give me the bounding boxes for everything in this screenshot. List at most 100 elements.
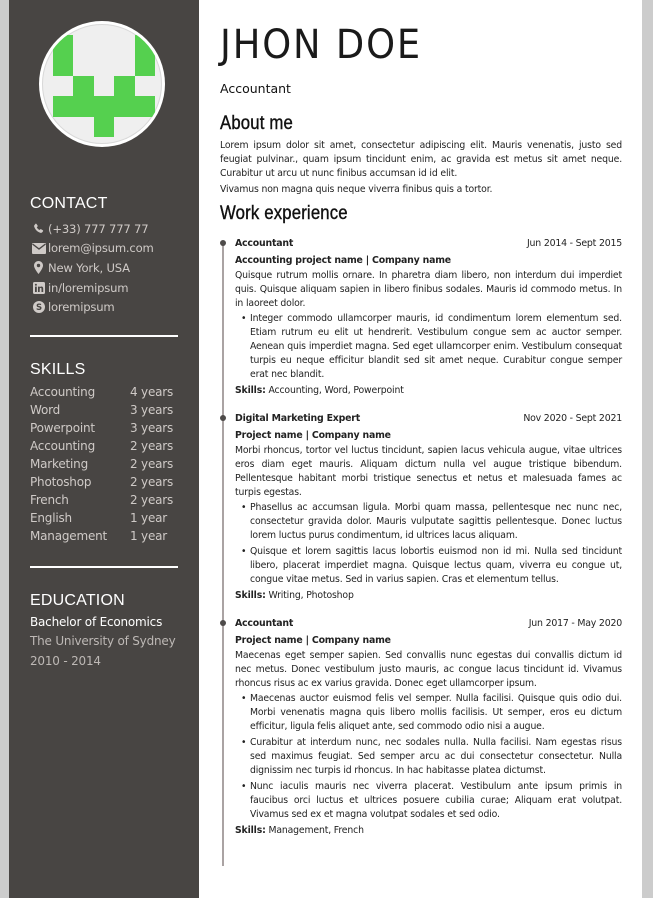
job-description: Morbi rhoncus, tortor vel luctus tincidu… bbox=[235, 445, 622, 498]
avatar bbox=[39, 21, 165, 147]
about-paragraph: Lorem ipsum dolor sit amet, consectetur … bbox=[220, 140, 622, 179]
job-entry: Accountant Jun 2017 - May 2020 Project nam… bbox=[220, 616, 622, 838]
person-name-text: JHON DOE bbox=[220, 22, 422, 68]
contact-section: CONTACT (+33) 777 777 77 lorem@ipsum.com bbox=[30, 195, 178, 317]
identicon-cell bbox=[114, 96, 135, 117]
skill-name: Word bbox=[30, 403, 61, 417]
skill-row: English 1 year bbox=[30, 509, 178, 527]
skill-duration: 3 years bbox=[130, 403, 174, 417]
skill-row: French 2 years bbox=[30, 491, 178, 509]
skill-name: Management bbox=[30, 529, 108, 543]
contact-linkedin[interactable]: in/loremipsum bbox=[31, 278, 178, 298]
skill-duration: 3 years bbox=[130, 421, 174, 435]
job-skills-value: Management, French bbox=[268, 825, 364, 836]
contact-skype[interactable]: S loremipsum bbox=[31, 297, 178, 317]
skill-duration: 1 year bbox=[130, 511, 168, 525]
job-skills-label: Skills: bbox=[235, 825, 266, 836]
job-bullet: Quisque et lorem sagittis lacus lobortis… bbox=[241, 545, 622, 587]
skills-title: SKILLS bbox=[30, 361, 86, 378]
job-skills: Skills: Management, French bbox=[235, 824, 622, 838]
timeline-dot bbox=[220, 415, 226, 421]
contact-email[interactable]: lorem@ipsum.com bbox=[31, 239, 178, 259]
identicon-cell bbox=[53, 96, 74, 117]
job-header: Digital Marketing Expert Nov 2020 - Sept … bbox=[235, 411, 622, 427]
job-skills: Skills: Accounting, Word, Powerpoint bbox=[235, 384, 622, 398]
education-years: 2010 - 2014 bbox=[30, 653, 101, 668]
map-marker-icon bbox=[31, 261, 46, 275]
job-description: Quisque rutrum mollis ornare. In pharetr… bbox=[235, 270, 622, 309]
work-timeline: Accountant Jun 2014 - Sept 2015 Accounting… bbox=[220, 236, 622, 866]
skill-row: Accounting 2 years bbox=[30, 437, 178, 455]
job-bullet: Curabitur at interdum nunc, nec sodales … bbox=[241, 736, 622, 778]
job-entry: Digital Marketing Expert Nov 2020 - Sept … bbox=[220, 411, 622, 603]
job-title: Accountant bbox=[220, 81, 291, 96]
job-role: Accountant bbox=[235, 238, 294, 249]
contact-phone-text: (+33) 777 777 77 bbox=[48, 221, 149, 236]
skill-name: Photoshop bbox=[30, 475, 92, 489]
skill-duration: 1 year bbox=[130, 529, 168, 543]
contact-phone[interactable]: (+33) 777 777 77 bbox=[31, 219, 178, 239]
job-entry: Accountant Jun 2014 - Sept 2015 Accounting… bbox=[220, 236, 622, 398]
skill-name: Accounting bbox=[30, 385, 96, 399]
skill-row: Photoshop 2 years bbox=[30, 473, 178, 491]
work-title: Work experience bbox=[220, 203, 348, 224]
avatar-image bbox=[42, 24, 162, 144]
skill-duration: 2 years bbox=[130, 475, 174, 489]
job-header: Accountant Jun 2017 - May 2020 bbox=[235, 616, 622, 632]
job-project: Project name | Company name bbox=[235, 430, 391, 441]
resume-page: CONTACT (+33) 777 777 77 lorem@ipsum.com bbox=[9, 0, 642, 898]
job-role: Accountant bbox=[235, 618, 294, 629]
education-school: The University of Sydney bbox=[30, 634, 176, 648]
contact-linkedin-text: in/loremipsum bbox=[48, 280, 129, 295]
job-list: Accountant Jun 2014 - Sept 2015 Accounting… bbox=[220, 236, 622, 838]
job-dates: Jun 2017 - May 2020 bbox=[528, 618, 622, 629]
skype-icon: S bbox=[31, 300, 46, 314]
skill-row: Marketing 2 years bbox=[30, 455, 178, 473]
job-bullets: Phasellus ac accumsan ligula. Morbi quam… bbox=[235, 501, 622, 587]
skill-name: English bbox=[30, 511, 72, 525]
timeline-dot bbox=[220, 240, 226, 246]
job-bullets: Integer commodo ullamcorper mauris, id c… bbox=[235, 312, 622, 382]
skill-name: Accounting bbox=[30, 439, 96, 453]
education-section: EDUCATION Bachelor of Economics The Univ… bbox=[30, 592, 178, 671]
job-bullet: Nunc iaculis mauris nec viverra placerat… bbox=[241, 780, 622, 822]
job-bullet: Maecenas auctor euismod felis vel semper… bbox=[241, 692, 622, 734]
about-title: About me bbox=[220, 113, 293, 134]
identicon bbox=[53, 35, 155, 137]
timeline-dot bbox=[220, 620, 226, 626]
linkedin-icon bbox=[31, 281, 46, 295]
identicon-cell bbox=[73, 75, 94, 97]
job-bullets: Maecenas auctor euismod felis vel semper… bbox=[235, 692, 622, 822]
skill-row: Management 1 year bbox=[30, 527, 178, 545]
contact-location: New York, USA bbox=[31, 258, 178, 278]
skill-name: Marketing bbox=[30, 457, 89, 471]
identicon-cell bbox=[93, 116, 115, 137]
skill-duration: 4 years bbox=[130, 385, 174, 399]
identicon-cell bbox=[134, 96, 155, 117]
job-project: Project name | Company name bbox=[235, 635, 391, 646]
job-role: Digital Marketing Expert bbox=[235, 413, 360, 424]
education-degree: Bachelor of Economics bbox=[30, 615, 163, 629]
contact-email-text: lorem@ipsum.com bbox=[48, 241, 154, 256]
envelope-icon bbox=[31, 241, 46, 255]
skills-list: Accounting 4 years Word 3 years Powerpoint 3 … bbox=[30, 383, 178, 545]
identicon-cell bbox=[53, 55, 74, 76]
sidebar: CONTACT (+33) 777 777 77 lorem@ipsum.com bbox=[9, 0, 199, 898]
contact-skype-text: loremipsum bbox=[48, 300, 115, 315]
job-bullet: Integer commodo ullamcorper mauris, id c… bbox=[241, 312, 622, 382]
identicon-cell bbox=[134, 55, 155, 76]
education-title: EDUCATION bbox=[30, 592, 125, 609]
identicon-cell bbox=[53, 35, 74, 56]
sidebar-divider bbox=[30, 335, 178, 337]
svg-text:S: S bbox=[36, 303, 42, 313]
job-project: Accounting project name | Company name bbox=[235, 255, 451, 266]
job-skills-label: Skills: bbox=[235, 590, 266, 601]
identicon-cell bbox=[73, 96, 94, 117]
person-name: JHON DOE bbox=[220, 22, 422, 68]
job-dates: Nov 2020 - Sept 2021 bbox=[523, 413, 622, 424]
skill-row: Word 3 years bbox=[30, 401, 178, 419]
about-paragraph: Vivamus non magna quis neque viverra fin… bbox=[220, 184, 493, 195]
identicon-cell bbox=[114, 75, 135, 97]
identicon-cell bbox=[134, 35, 155, 56]
about-text: Lorem ipsum dolor sit amet, consectetur … bbox=[220, 139, 622, 199]
